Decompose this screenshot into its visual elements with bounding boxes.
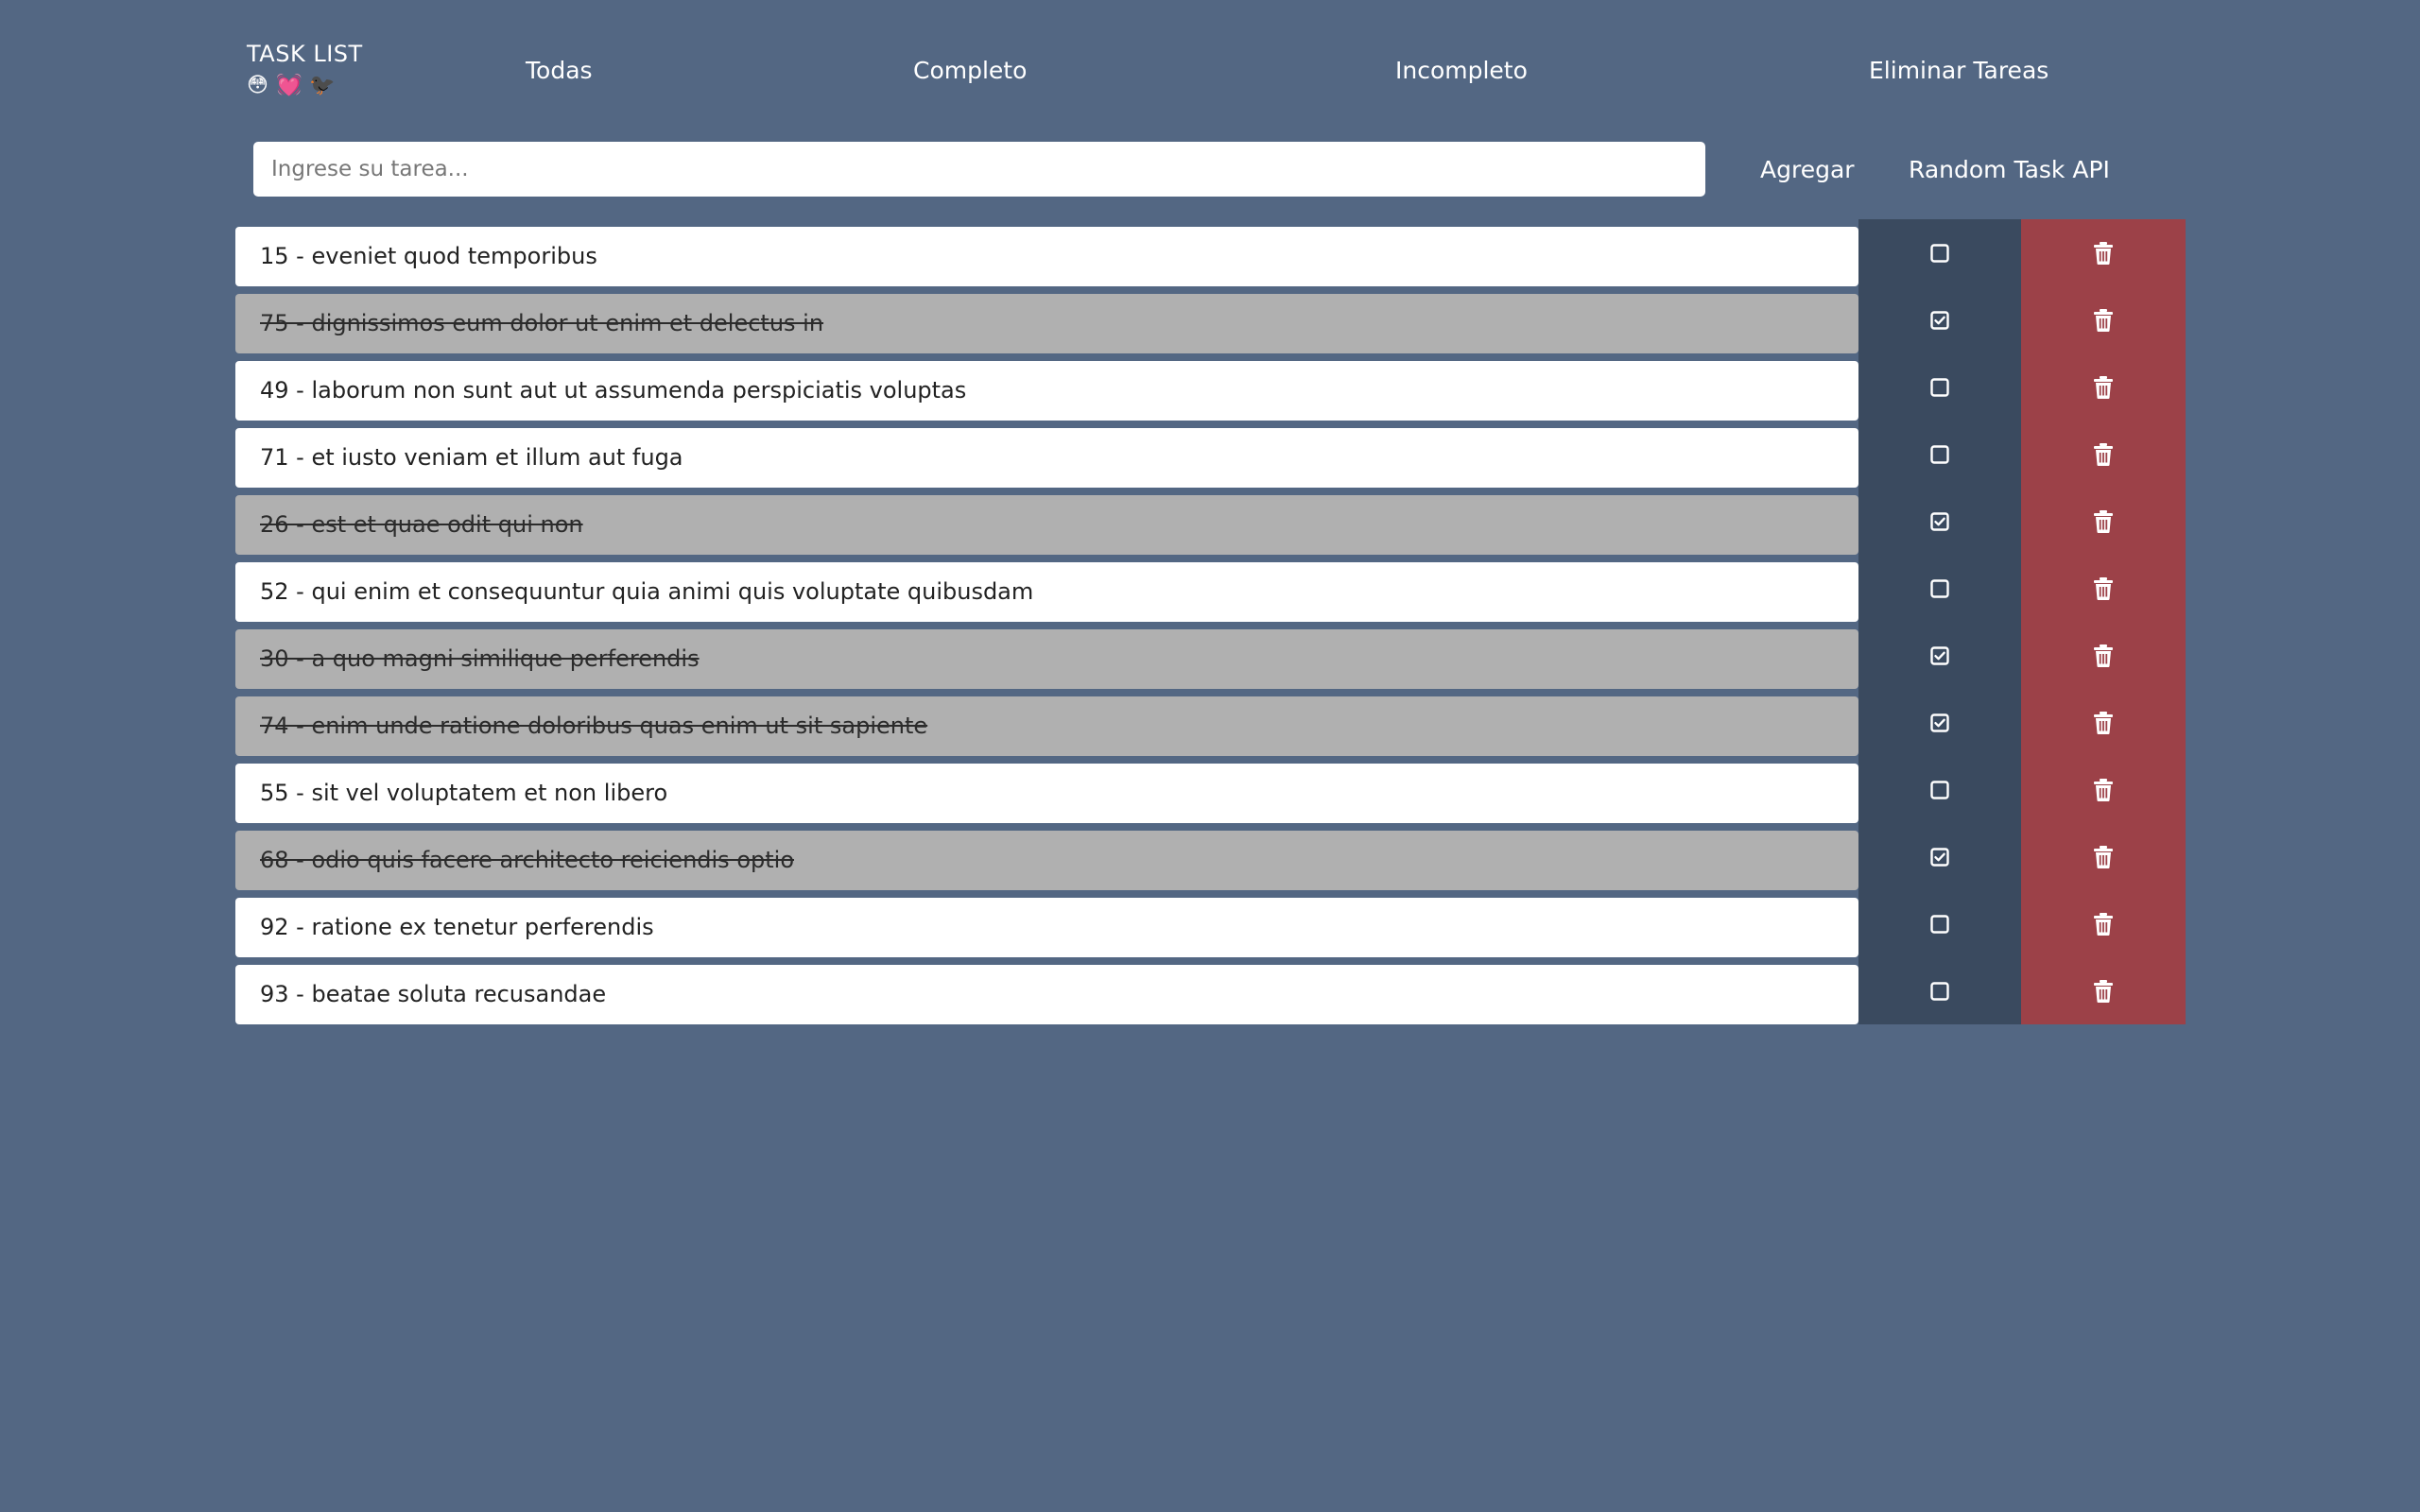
toggle-complete-button[interactable] <box>1858 890 2021 957</box>
checkbox-icon <box>1930 981 1949 1001</box>
nav-complete[interactable]: Completo <box>913 57 1027 85</box>
task-text: 49 - laborum non sunt aut ut assumenda p… <box>235 361 1858 421</box>
checkbox-icon <box>1930 243 1949 263</box>
task-list: 15 - eveniet quod temporibus 75 - dignis… <box>235 219 2186 1024</box>
delete-task-button[interactable] <box>2021 622 2186 689</box>
checkbox-icon <box>1930 377 1949 397</box>
black-bird-icon: 🐦‍⬛ <box>309 74 336 97</box>
checked-checkbox-icon <box>1930 713 1949 732</box>
trash-icon <box>2093 912 2114 936</box>
toggle-complete-button[interactable] <box>1858 219 2021 286</box>
delete-task-button[interactable] <box>2021 286 2186 353</box>
task-row: 71 - et iusto veniam et illum aut fuga <box>235 421 2186 488</box>
trash-icon <box>2093 845 2114 868</box>
trash-icon <box>2093 644 2114 667</box>
task-text: 55 - sit vel voluptatem et non libero <box>235 764 1858 823</box>
task-text: 71 - et iusto veniam et illum aut fuga <box>235 428 1858 488</box>
delete-task-button[interactable] <box>2021 756 2186 823</box>
checkbox-icon <box>1930 780 1949 799</box>
nav-all[interactable]: Todas <box>526 57 593 85</box>
task-text: 26 - est et quae odit qui non <box>235 495 1858 555</box>
trash-icon <box>2093 241 2114 265</box>
toggle-complete-button[interactable] <box>1858 555 2021 622</box>
delete-task-button[interactable] <box>2021 421 2186 488</box>
task-row: 68 - odio quis facere architecto reicien… <box>235 823 2186 890</box>
task-text: 92 - ratione ex tenetur perferendis <box>235 898 1858 957</box>
brand: TASK LIST 😳 💓 🐦‍⬛ <box>247 40 363 98</box>
task-app: TASK LIST 😳 💓 🐦‍⬛ Todas Completo Incompl… <box>0 0 2420 1512</box>
delete-task-button[interactable] <box>2021 890 2186 957</box>
trash-icon <box>2093 576 2114 600</box>
task-row: 30 - a quo magni similique perferendis <box>235 622 2186 689</box>
checkbox-icon <box>1930 914 1949 934</box>
trash-icon <box>2093 711 2114 734</box>
toggle-complete-button[interactable] <box>1858 957 2021 1024</box>
nav-delete-tasks[interactable]: Eliminar Tareas <box>1869 57 2048 85</box>
toggle-complete-button[interactable] <box>1858 353 2021 421</box>
checked-checkbox-icon <box>1930 645 1949 665</box>
task-row: 49 - laborum non sunt aut ut assumenda p… <box>235 353 2186 421</box>
task-row: 52 - qui enim et consequuntur quia animi… <box>235 555 2186 622</box>
checked-checkbox-icon <box>1930 511 1949 531</box>
toggle-complete-button[interactable] <box>1858 622 2021 689</box>
delete-task-button[interactable] <box>2021 219 2186 286</box>
task-row: 74 - enim unde ratione doloribus quas en… <box>235 689 2186 756</box>
task-text: 93 - beatae soluta recusandae <box>235 965 1858 1024</box>
trash-icon <box>2093 979 2114 1003</box>
task-text: 68 - odio quis facere architecto reicien… <box>235 831 1858 890</box>
trash-icon <box>2093 308 2114 332</box>
delete-task-button[interactable] <box>2021 689 2186 756</box>
task-input[interactable] <box>253 142 1705 197</box>
checkbox-icon <box>1930 444 1949 464</box>
task-text: 75 - dignissimos eum dolor ut enim et de… <box>235 294 1858 353</box>
brand-emojis: 😳 💓 🐦‍⬛ <box>247 74 363 98</box>
checkbox-icon <box>1930 578 1949 598</box>
toggle-complete-button[interactable] <box>1858 488 2021 555</box>
delete-task-button[interactable] <box>2021 353 2186 421</box>
trash-icon <box>2093 375 2114 399</box>
checked-checkbox-icon <box>1930 847 1949 867</box>
trash-icon <box>2093 442 2114 466</box>
random-task-api-button[interactable]: Random Task API <box>1909 155 2110 185</box>
add-button[interactable]: Agregar <box>1760 155 1855 185</box>
flushed-face-icon: 😳 <box>247 74 268 97</box>
task-text: 15 - eveniet quod temporibus <box>235 227 1858 286</box>
toggle-complete-button[interactable] <box>1858 421 2021 488</box>
delete-task-button[interactable] <box>2021 488 2186 555</box>
task-row: 55 - sit vel voluptatem et non libero <box>235 756 2186 823</box>
toggle-complete-button[interactable] <box>1858 756 2021 823</box>
task-text: 30 - a quo magni similique perferendis <box>235 629 1858 689</box>
nav-incomplete[interactable]: Incompleto <box>1395 57 1528 85</box>
app-title: TASK LIST <box>247 41 363 67</box>
task-row: 26 - est et quae odit qui non <box>235 488 2186 555</box>
toggle-complete-button[interactable] <box>1858 823 2021 890</box>
delete-task-button[interactable] <box>2021 823 2186 890</box>
trash-icon <box>2093 509 2114 533</box>
task-text: 52 - qui enim et consequuntur quia animi… <box>235 562 1858 622</box>
trash-icon <box>2093 778 2114 801</box>
delete-task-button[interactable] <box>2021 957 2186 1024</box>
beating-heart-icon: 💓 <box>275 74 302 97</box>
task-row: 75 - dignissimos eum dolor ut enim et de… <box>235 286 2186 353</box>
checked-checkbox-icon <box>1930 310 1949 330</box>
task-row: 92 - ratione ex tenetur perferendis <box>235 890 2186 957</box>
task-row: 15 - eveniet quod temporibus <box>235 219 2186 286</box>
toggle-complete-button[interactable] <box>1858 286 2021 353</box>
toggle-complete-button[interactable] <box>1858 689 2021 756</box>
task-row: 93 - beatae soluta recusandae <box>235 957 2186 1024</box>
task-text: 74 - enim unde ratione doloribus quas en… <box>235 696 1858 756</box>
delete-task-button[interactable] <box>2021 555 2186 622</box>
